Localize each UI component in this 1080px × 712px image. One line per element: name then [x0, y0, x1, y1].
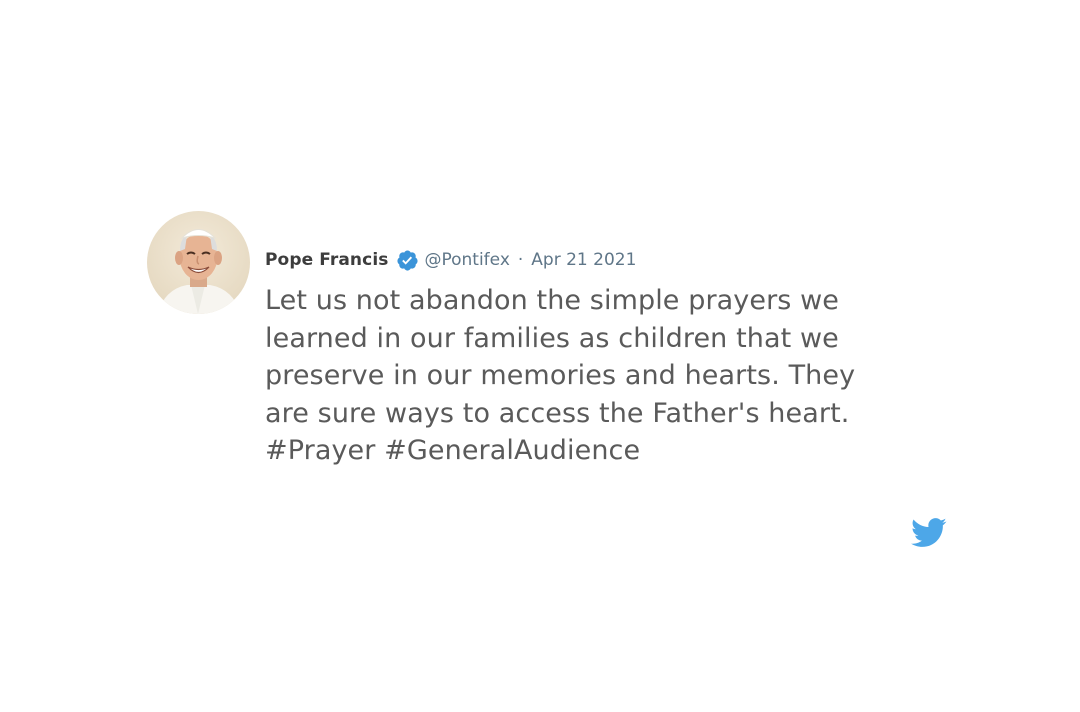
tweet-header: Pope Francis @Pontifex · Apr 21 2021	[265, 247, 636, 273]
twitter-bird-icon[interactable]	[911, 518, 947, 548]
hashtag-link[interactable]: #GeneralAudience	[384, 435, 640, 466]
verified-badge-icon	[396, 249, 419, 272]
author-avatar[interactable]	[147, 211, 250, 314]
avatar-portrait-icon	[147, 211, 250, 314]
tweet-text-line: learned in our families as children that…	[265, 322, 839, 354]
hashtag-line: #Prayer #GeneralAudience	[265, 432, 905, 470]
author-handle[interactable]: @Pontifex	[424, 247, 509, 273]
tweet-text-line: are sure ways to access the Father's hea…	[265, 397, 850, 429]
author-display-name[interactable]: Pope Francis	[265, 247, 388, 273]
tweet-text-line: preserve in our memories and hearts. The…	[265, 360, 856, 391]
hashtag-link[interactable]: #Prayer	[265, 435, 375, 466]
tweet-embed-canvas: Pope Francis @Pontifex · Apr 21 2021 Let…	[0, 0, 1080, 712]
meta-separator: ·	[517, 250, 524, 270]
tweet-date[interactable]: Apr 21 2021	[531, 247, 636, 273]
tweet-body: Let us not abandon the simple prayers we…	[265, 282, 905, 470]
tweet-text-line: Let us not abandon the simple prayers we	[265, 285, 840, 316]
